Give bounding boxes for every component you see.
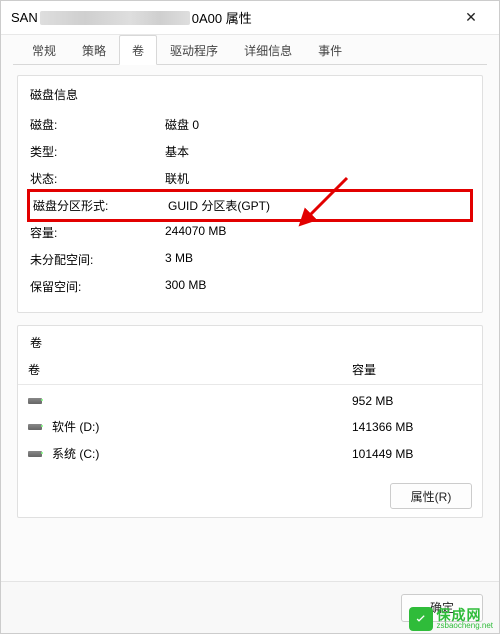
value-unallocated: 3 MB <box>165 251 470 268</box>
volumes-title: 卷 <box>18 326 482 353</box>
title-suffix: 0A00 属性 <box>192 8 252 27</box>
label-status: 状态: <box>30 170 165 187</box>
value-status: 联机 <box>165 170 470 187</box>
tab-volumes[interactable]: 卷 <box>119 35 157 65</box>
volumes-list[interactable]: 952 MB 软件 (D:) 141366 MB 系统 (C:) 101449 … <box>18 385 482 475</box>
title-redacted <box>40 11 190 25</box>
volumes-group: 卷 卷 容量 952 MB 软件 (D:) 141366 MB <box>17 325 483 518</box>
tab-strip: 常规 策略 卷 驱动程序 详细信息 事件 <box>1 35 499 65</box>
tab-driver[interactable]: 驱动程序 <box>157 35 231 65</box>
volume-capacity: 141366 MB <box>352 420 472 434</box>
row-status: 状态: 联机 <box>30 165 470 192</box>
label-unallocated: 未分配空间: <box>30 251 165 268</box>
col-header-name[interactable]: 卷 <box>28 361 352 378</box>
label-type: 类型: <box>30 143 165 160</box>
volume-properties-button[interactable]: 属性(R) <box>390 483 472 509</box>
disk-info-group: 磁盘信息 磁盘: 磁盘 0 类型: 基本 状态: 联机 磁盘分区形式: GUID… <box>17 75 483 313</box>
volume-capacity: 101449 MB <box>352 447 472 461</box>
volume-row[interactable]: 952 MB <box>28 389 472 413</box>
drive-icon <box>28 422 44 432</box>
titlebar[interactable]: SAN 0A00 属性 ✕ <box>1 1 499 35</box>
content-area: 磁盘信息 磁盘: 磁盘 0 类型: 基本 状态: 联机 磁盘分区形式: GUID… <box>1 65 499 581</box>
window-title: SAN 0A00 属性 <box>11 8 252 27</box>
volume-name: 软件 (D:) <box>52 418 352 435</box>
tab-details[interactable]: 详细信息 <box>231 35 305 65</box>
volume-row[interactable]: 软件 (D:) 141366 MB <box>28 413 472 440</box>
volume-capacity: 952 MB <box>352 394 472 408</box>
row-unallocated: 未分配空间: 3 MB <box>30 246 470 273</box>
dialog-footer: 确定 保成网 zsbaocheng.net <box>1 581 499 633</box>
volume-name: 系统 (C:) <box>52 445 352 462</box>
drive-icon <box>28 396 44 406</box>
close-icon: ✕ <box>465 9 477 26</box>
value-partition: GUID 分区表(GPT) <box>168 197 467 214</box>
row-disk: 磁盘: 磁盘 0 <box>30 111 470 138</box>
value-capacity: 244070 MB <box>165 224 470 241</box>
drive-icon <box>28 449 44 459</box>
col-header-capacity[interactable]: 容量 <box>352 361 472 378</box>
row-partition-style-highlighted: 磁盘分区形式: GUID 分区表(GPT) <box>27 189 473 222</box>
label-disk: 磁盘: <box>30 116 165 133</box>
tab-general[interactable]: 常规 <box>19 35 69 65</box>
volume-row[interactable]: 系统 (C:) 101449 MB <box>28 440 472 467</box>
value-disk: 磁盘 0 <box>165 116 470 133</box>
value-reserved: 300 MB <box>165 278 470 295</box>
tab-events[interactable]: 事件 <box>305 35 355 65</box>
watermark-url: zsbaocheng.net <box>437 622 494 630</box>
value-type: 基本 <box>165 143 470 160</box>
volume-button-row: 属性(R) <box>18 475 482 511</box>
label-reserved: 保留空间: <box>30 278 165 295</box>
volumes-header-row: 卷 容量 <box>18 355 482 385</box>
row-reserved: 保留空间: 300 MB <box>30 273 470 300</box>
properties-dialog: SAN 0A00 属性 ✕ 常规 策略 卷 驱动程序 详细信息 事件 磁盘信息 … <box>0 0 500 634</box>
ok-button[interactable]: 确定 <box>401 594 483 622</box>
row-capacity: 容量: 244070 MB <box>30 219 470 246</box>
label-partition: 磁盘分区形式: <box>33 197 168 214</box>
tab-policy[interactable]: 策略 <box>69 35 119 65</box>
label-capacity: 容量: <box>30 224 165 241</box>
disk-info-title: 磁盘信息 <box>30 86 470 103</box>
title-prefix: SAN <box>11 10 38 25</box>
row-type: 类型: 基本 <box>30 138 470 165</box>
close-button[interactable]: ✕ <box>451 4 491 32</box>
